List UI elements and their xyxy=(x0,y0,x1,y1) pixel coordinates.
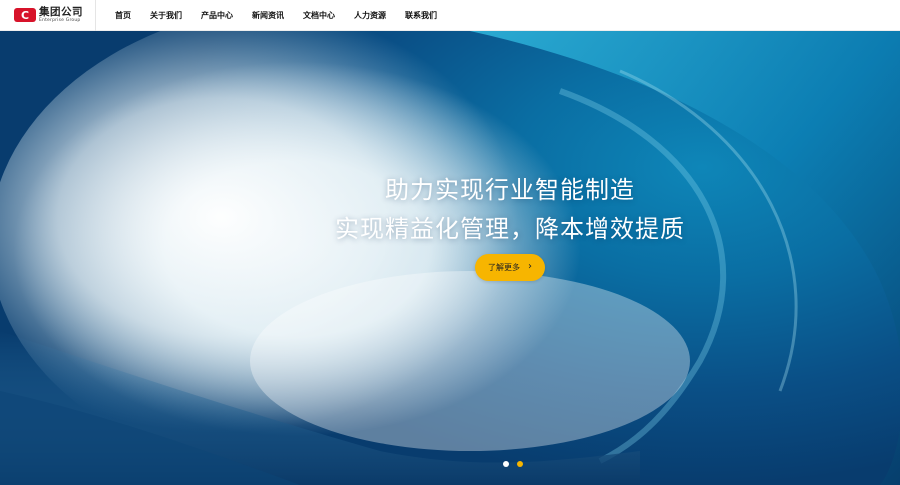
nav-item-docs[interactable]: 文档中心 xyxy=(303,0,335,31)
nav-item-news[interactable]: 新闻资讯 xyxy=(252,0,284,31)
carousel-pagination xyxy=(503,461,531,467)
site-header: C 集团公司 Enterprise Group 首页 关于我们 产品中心 新闻资… xyxy=(0,0,900,31)
logo-name-cn: 集团公司 xyxy=(39,6,83,18)
nav-item-about[interactable]: 关于我们 xyxy=(150,0,182,31)
logo[interactable]: C 集团公司 Enterprise Group xyxy=(0,0,96,31)
nav-item-hr[interactable]: 人力资源 xyxy=(354,0,386,31)
logo-mark: C xyxy=(14,8,36,22)
carousel-dot-1[interactable] xyxy=(503,461,509,467)
main-nav: 首页 关于我们 产品中心 新闻资讯 文档中心 人力资源 联系我们 xyxy=(115,0,437,31)
chevron-right-icon: › xyxy=(528,261,532,272)
learn-more-label: 了解更多 xyxy=(488,263,520,272)
nav-item-home[interactable]: 首页 xyxy=(115,0,131,31)
hero-headline-1: 助力实现行业智能制造 xyxy=(385,176,635,204)
nav-item-products[interactable]: 产品中心 xyxy=(201,0,233,31)
wave-background-image xyxy=(0,31,900,485)
carousel-dot-2[interactable] xyxy=(517,461,523,467)
nav-item-contact[interactable]: 联系我们 xyxy=(405,0,437,31)
logo-name-en: Enterprise Group xyxy=(39,17,81,23)
logo-text: 集团公司 Enterprise Group xyxy=(39,7,83,23)
hero-banner: 助力实现行业智能制造 实现精益化管理，降本增效提质 了解更多 › xyxy=(0,31,900,485)
hero-headline-2: 实现精益化管理，降本增效提质 xyxy=(335,215,685,243)
learn-more-button[interactable]: 了解更多 › xyxy=(475,254,545,281)
